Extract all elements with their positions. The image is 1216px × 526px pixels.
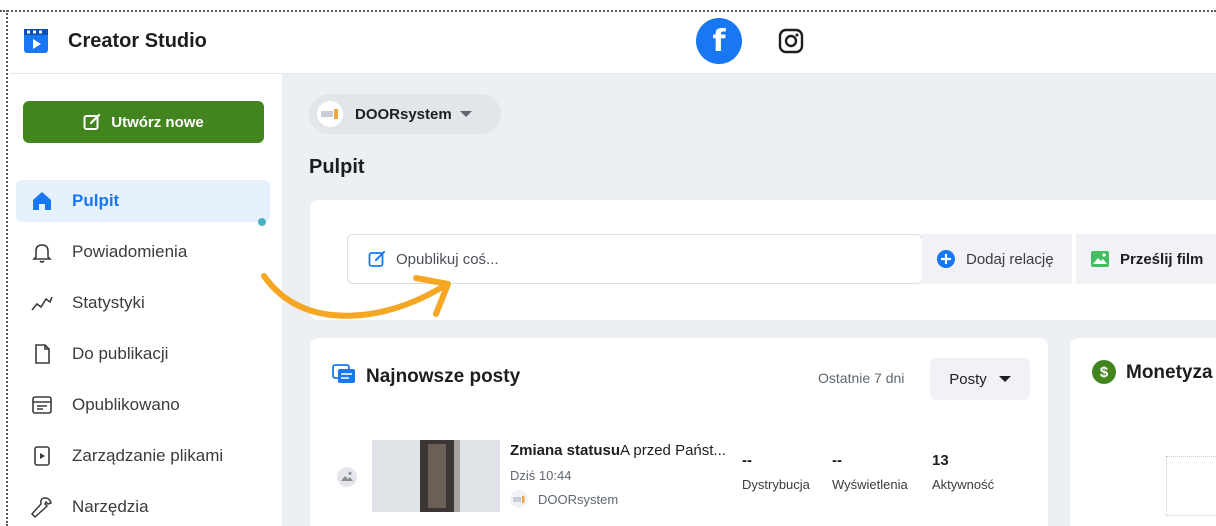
page-logo-icon: [317, 101, 343, 127]
facebook-icon[interactable]: f: [696, 18, 742, 64]
sidebar-item-label: Zarządzanie plikami: [72, 446, 224, 465]
posts-icon: [332, 364, 355, 383]
upload-film-button[interactable]: Prześlij film: [1076, 234, 1216, 284]
annotation-arrow-icon: [261, 273, 451, 319]
posts-filter-dropdown[interactable]: Posty: [930, 358, 1030, 400]
stat-views: -- Wyświetlenia: [832, 452, 908, 492]
sidebar-item-label: Pulpit: [72, 191, 120, 210]
image-icon: [1091, 251, 1109, 267]
create-new-button[interactable]: Utwórz nowe: [23, 101, 264, 143]
post-thumbnail[interactable]: [372, 440, 500, 512]
posts-filter-label: Posty: [949, 370, 987, 388]
chevron-down-icon: [998, 376, 1011, 382]
door-image-icon: [372, 440, 500, 512]
edit-icon: [83, 113, 101, 130]
sidebar-item-tools[interactable]: Narzędzia: [16, 486, 270, 526]
bell-icon: [32, 244, 52, 263]
published-icon: [32, 396, 52, 414]
instagram-icon[interactable]: [778, 28, 804, 54]
upload-film-label: Prześlij film: [1120, 250, 1204, 268]
post-timestamp: Dziś 10:44: [510, 468, 572, 483]
sidebar-item-media-management[interactable]: Zarządzanie plikami: [16, 435, 270, 477]
sidebar-item-label: Narzędzia: [72, 497, 149, 516]
stats-icon: [31, 296, 53, 311]
top-bar: Creator Studio f: [10, 12, 1216, 74]
add-relation-button[interactable]: Dodaj relację: [922, 234, 1072, 284]
screenshot-dotted-border-left: [6, 10, 8, 526]
home-icon: [33, 192, 51, 210]
sidebar-item-notifications[interactable]: Powiadomienia: [16, 231, 270, 273]
recent-posts-title: Najnowsze posty: [366, 366, 521, 387]
sidebar-item-label: Opublikowano: [72, 395, 180, 414]
stat-label: Aktywność: [932, 477, 995, 492]
create-new-label: Utwórz nowe: [111, 113, 204, 131]
page-selector[interactable]: DOORsystem: [309, 94, 501, 134]
page-title: Pulpit: [309, 156, 365, 178]
sidebar-item-published[interactable]: Opublikowano: [16, 384, 270, 426]
post-title[interactable]: Zmiana statusuA przed Państ...: [510, 442, 742, 459]
chevron-down-icon: [459, 111, 472, 117]
plus-circle-icon: [937, 250, 955, 268]
photo-post-icon: [337, 467, 357, 487]
post-page: DOORsystem: [510, 490, 618, 508]
dollar-icon: $: [1092, 360, 1116, 384]
sidebar-item-label: Statystyki: [72, 293, 145, 312]
document-icon: [35, 344, 50, 364]
sidebar-item-label: Do publikacji: [72, 344, 169, 363]
monetization-placeholder-graphic: [1166, 456, 1216, 516]
stat-label: Wyświetlenia: [832, 477, 908, 492]
recent-posts-card: Najnowsze posty Ostatnie 7 dni Posty Zmi…: [310, 338, 1048, 526]
creator-studio-logo-icon[interactable]: [23, 28, 49, 54]
stat-value: --: [832, 452, 842, 469]
compose-placeholder: Opublikuj coś...: [396, 250, 499, 268]
sidebar-item-statistics[interactable]: Statystyki: [16, 282, 270, 324]
stat-value: 13: [932, 452, 949, 469]
page-selector-name: DOORsystem: [355, 105, 452, 123]
post-page-name: DOORsystem: [538, 491, 619, 507]
monetization-title: Monetyza: [1126, 362, 1213, 383]
sidebar-item-label: Powiadomienia: [72, 242, 188, 261]
sidebar-item-pulpit[interactable]: Pulpit: [16, 180, 270, 222]
stat-distribution: -- Dystrybucja: [742, 452, 810, 492]
monetization-card: $ Monetyza: [1070, 338, 1216, 526]
facebook-glyph: f: [712, 24, 726, 59]
app-title: Creator Studio: [68, 30, 207, 52]
date-range-label: Ostatnie 7 dni: [818, 370, 905, 386]
stat-label: Dystrybucja: [742, 477, 810, 492]
indicator-dot: [258, 218, 266, 226]
sidebar: Utwórz nowe Pulpit Powiadomienia Statyst…: [10, 74, 282, 526]
post-title-rest: A przed Państ...: [620, 442, 726, 459]
page-logo-icon: [510, 490, 528, 508]
wrench-icon: [30, 497, 52, 519]
stat-activity: 13 Aktywność: [932, 452, 994, 492]
add-relation-label: Dodaj relację: [966, 250, 1054, 268]
stat-value: --: [742, 452, 752, 469]
media-icon: [34, 446, 50, 466]
sidebar-item-to-publish[interactable]: Do publikacji: [16, 333, 270, 375]
post-title-bold: Zmiana statusu: [510, 442, 621, 459]
